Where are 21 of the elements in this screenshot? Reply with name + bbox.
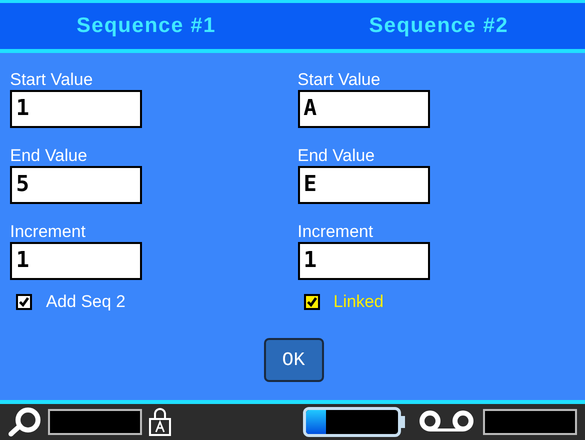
input-field[interactable]: A (298, 90, 430, 128)
checkbox[interactable] (16, 294, 32, 310)
battery-icon (303, 407, 405, 437)
checkbox-label: Add Seq 2 (46, 292, 126, 312)
input-field[interactable]: 1 (10, 242, 142, 280)
column-title: Sequence #2 (368, 13, 510, 39)
field-label: Increment (10, 222, 86, 242)
lock-icon (148, 407, 172, 437)
field-label: Increment (298, 222, 374, 242)
input-field[interactable]: 1 (298, 242, 430, 280)
checkbox[interactable] (304, 294, 320, 310)
field-label: End Value (10, 146, 88, 166)
column-title: Sequence #1 (76, 13, 217, 39)
input-field[interactable]: E (298, 166, 430, 204)
input-field[interactable]: 1 (10, 90, 142, 128)
field-label: Start Value (10, 70, 93, 90)
checkbox-label: Linked (334, 292, 384, 312)
input-field[interactable]: 5 (10, 166, 142, 204)
field-label: End Value (298, 146, 375, 166)
field-label: Start Value (298, 70, 380, 90)
ok-button[interactable]: OK (264, 338, 324, 382)
